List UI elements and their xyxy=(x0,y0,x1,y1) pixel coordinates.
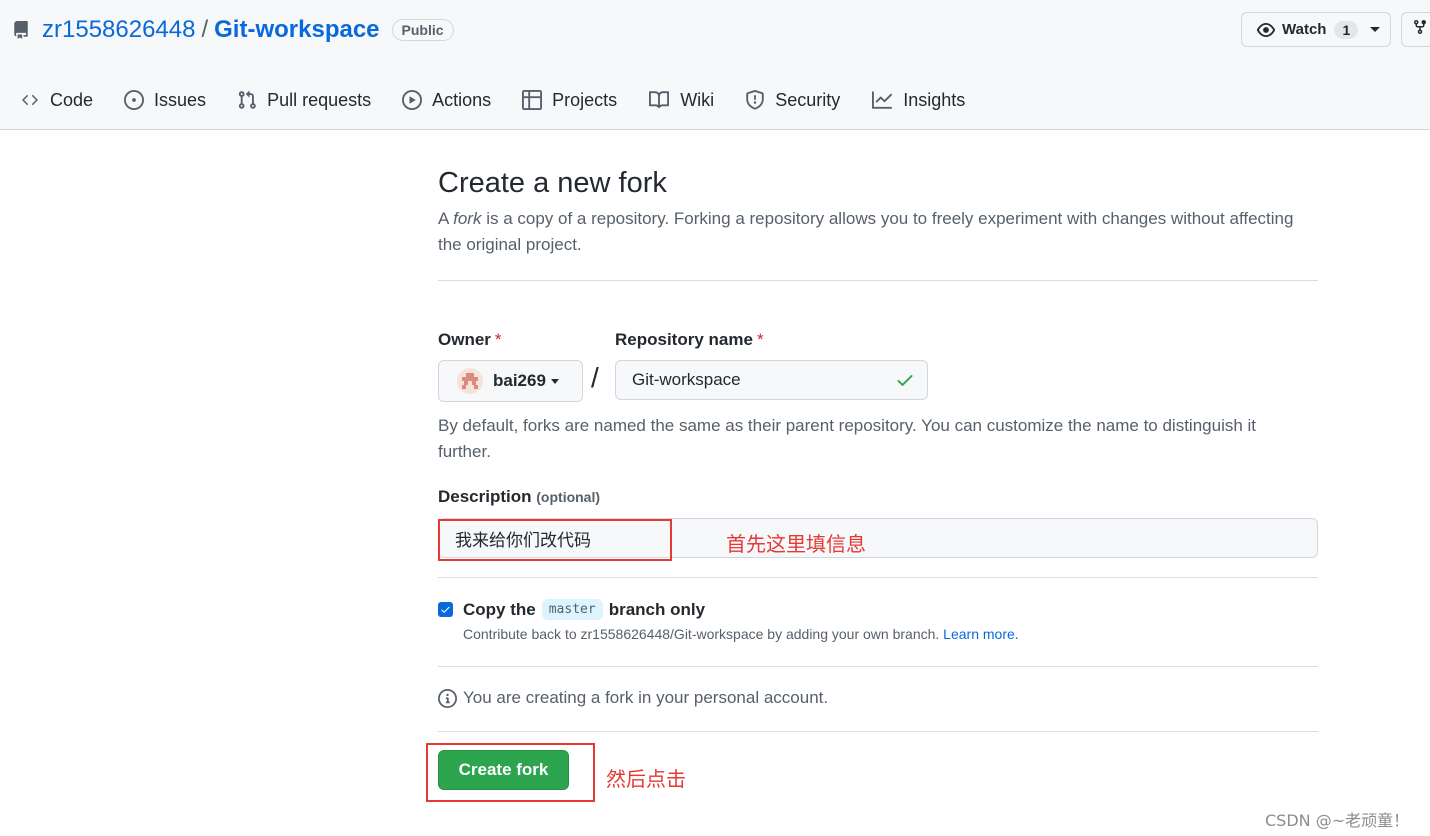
tab-code[interactable]: Code xyxy=(20,82,93,118)
tab-issues[interactable]: Issues xyxy=(124,82,206,118)
tab-security-label: Security xyxy=(775,89,841,110)
tab-wiki[interactable]: Wiki xyxy=(648,82,714,118)
fork-button[interactable] xyxy=(1401,12,1430,47)
chevron-down-icon xyxy=(550,378,559,384)
desc-prefix: A xyxy=(438,209,454,228)
divider xyxy=(438,280,1318,281)
issue-icon xyxy=(124,90,145,110)
info-icon xyxy=(438,688,457,708)
copy-branch-help: Contribute back to zr1558626448/Git-work… xyxy=(463,626,1019,642)
book-icon xyxy=(649,91,670,109)
repo-name-label-text: Repository name xyxy=(615,330,753,349)
repo-name-label: Repository name * xyxy=(615,330,764,350)
repo-nav: Code Issues Pull requests Actions Projec… xyxy=(20,82,996,118)
desc-suffix: is a copy of a repository. Forking a rep… xyxy=(438,209,1294,254)
tab-projects-label: Projects xyxy=(552,89,618,110)
annotation-box-description xyxy=(438,519,672,561)
tab-pull-requests[interactable]: Pull requests xyxy=(237,82,371,118)
optional-tag: (optional) xyxy=(536,489,601,505)
page-description: A fork is a copy of a repository. Forkin… xyxy=(438,206,1308,258)
required-mark: * xyxy=(756,330,764,349)
watch-button[interactable]: Watch 1 xyxy=(1241,12,1391,47)
watermark: CSDN @~老顽童！ xyxy=(1265,811,1410,830)
code-icon xyxy=(22,94,38,106)
tab-projects[interactable]: Projects xyxy=(522,82,617,118)
annotation-fill-info: 首先这里填信息 xyxy=(726,532,866,556)
owner-label: Owner * xyxy=(438,330,502,350)
visibility-badge: Public xyxy=(391,19,454,41)
owner-label-text: Owner xyxy=(438,330,491,349)
shield-icon xyxy=(746,90,764,110)
tab-issues-label: Issues xyxy=(154,89,207,110)
owner-select[interactable]: bai269 xyxy=(438,360,583,402)
owner-link[interactable]: zr1558626448 xyxy=(42,16,195,44)
description-label-text: Description xyxy=(438,487,532,506)
pull-request-icon xyxy=(238,90,256,109)
owner-repo-separator: / xyxy=(591,362,599,393)
copy-suffix: branch only xyxy=(608,599,706,619)
watch-count: 1 xyxy=(1334,20,1359,39)
divider xyxy=(438,577,1318,578)
chevron-down-icon xyxy=(1370,27,1381,32)
graph-icon xyxy=(872,91,893,109)
copy-sub-text: Contribute back to zr1558626448/Git-work… xyxy=(463,626,940,642)
description-label: Description (optional) xyxy=(438,487,600,507)
divider xyxy=(438,731,1318,732)
page-title: Create a new fork xyxy=(438,167,667,199)
owner-value: bai269 xyxy=(493,371,546,390)
annotation-box-create xyxy=(426,743,595,802)
repo-title: zr1558626448 / Git-workspace Public xyxy=(12,14,454,46)
fork-icon xyxy=(1412,18,1428,41)
personal-account-notice: You are creating a fork in your personal… xyxy=(438,688,828,708)
desc-emphasis: fork xyxy=(453,209,482,228)
copy-prefix: Copy the xyxy=(463,599,536,619)
tab-pull-requests-label: Pull requests xyxy=(267,89,372,110)
repo-name-input[interactable] xyxy=(615,360,928,400)
play-icon xyxy=(402,90,423,110)
required-mark: * xyxy=(494,330,502,349)
annotation-then-click: 然后点击 xyxy=(606,767,686,791)
repo-link[interactable]: Git-workspace xyxy=(214,16,379,44)
tab-actions-label: Actions xyxy=(432,89,492,110)
tab-code-label: Code xyxy=(50,89,94,110)
copy-branch-checkbox[interactable] xyxy=(438,602,453,617)
branch-pill: master xyxy=(541,599,603,620)
avatar xyxy=(457,368,483,394)
copy-branch-label[interactable]: Copy the master branch only xyxy=(463,599,705,620)
naming-hint: By default, forks are named the same as … xyxy=(438,416,1257,461)
learn-more-link[interactable]: Learn more. xyxy=(943,626,1018,642)
tab-insights[interactable]: Insights xyxy=(871,82,965,118)
repo-icon xyxy=(12,20,32,40)
check-icon xyxy=(895,370,915,395)
tab-wiki-label: Wiki xyxy=(680,89,715,110)
info-text: You are creating a fork in your personal… xyxy=(463,688,829,707)
tab-security[interactable]: Security xyxy=(745,82,840,118)
watch-label: Watch xyxy=(1282,21,1327,38)
divider xyxy=(438,666,1318,667)
path-separator: / xyxy=(201,16,209,43)
tab-insights-label: Insights xyxy=(903,89,966,110)
repo-header: zr1558626448 / Git-workspace Public Watc… xyxy=(0,0,1430,130)
tab-actions[interactable]: Actions xyxy=(402,82,491,118)
table-icon xyxy=(522,90,543,110)
eye-icon xyxy=(1256,22,1276,37)
